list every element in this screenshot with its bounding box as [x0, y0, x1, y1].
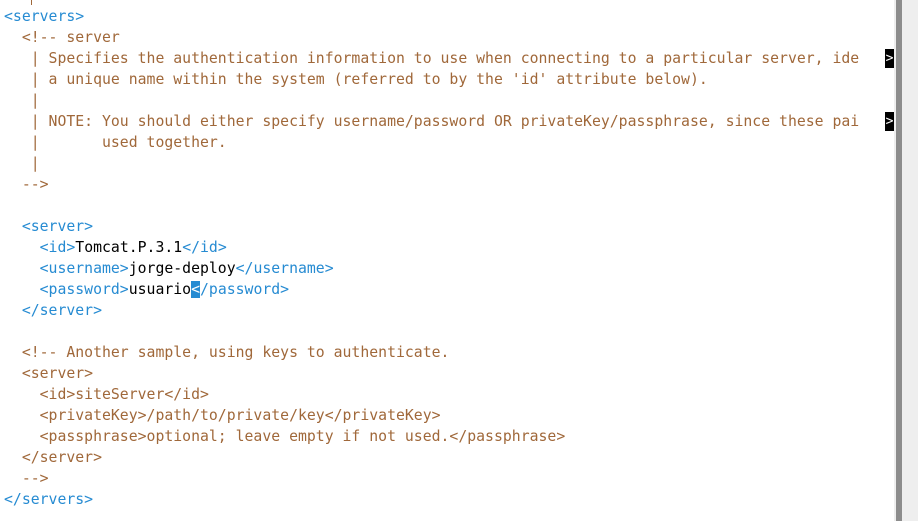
code-token: </servers>	[4, 491, 94, 508]
code-line: | Specifies the authentication informati…	[4, 48, 860, 69]
code-line: <!-- server	[4, 27, 120, 48]
code-line: | used together.	[4, 132, 227, 153]
code-line: <passphrase>optional; leave empty if not…	[4, 426, 566, 447]
line-continuation-icon: >	[885, 49, 894, 68]
code-token: -->	[4, 470, 49, 487]
code-token: |	[4, 155, 40, 172]
code-line: </server>	[4, 300, 102, 321]
code-token: |	[4, 92, 40, 109]
code-token: <privateKey>/path/to/private/key</privat…	[4, 407, 441, 424]
code-token: </id>	[182, 239, 227, 256]
line-continuation-icon: >	[885, 112, 894, 131]
comment-gutter-stub	[31, 0, 32, 5]
code-token: <servers>	[4, 8, 85, 25]
code-line: -->	[4, 468, 49, 489]
text-cursor: <	[191, 281, 200, 298]
code-token: Tomcat.P.3.1	[75, 239, 183, 256]
scrollbar-thumb[interactable]	[896, 0, 902, 521]
code-line: <!-- Another sample, using keys to authe…	[4, 342, 450, 363]
code-token: <id>siteServer</id>	[4, 386, 209, 403]
code-line: </server>	[4, 447, 102, 468]
code-token: | NOTE: You should either specify userna…	[4, 113, 860, 130]
code-token: <server>	[4, 218, 94, 235]
code-line: </servers>	[4, 489, 93, 510]
code-token: <username>	[4, 260, 129, 277]
code-token: jorge-deploy	[128, 260, 236, 277]
code-line: | NOTE: You should either specify userna…	[4, 111, 860, 132]
code-token: /password>	[200, 281, 290, 298]
code-line: <password>usuario</password>	[4, 279, 289, 300]
code-token: <password>	[4, 281, 129, 298]
code-token: </server>	[4, 449, 102, 466]
code-token: usuario	[128, 281, 192, 298]
code-editor[interactable]: <servers> <!-- server | Specifies the au…	[0, 0, 894, 521]
code-token: | used together.	[4, 134, 227, 151]
code-token: <!-- server	[4, 29, 120, 46]
code-token: | a unique name within the system (refer…	[4, 71, 708, 88]
code-line: <server>	[4, 363, 93, 384]
code-line: -->	[4, 174, 49, 195]
code-token: <id>	[4, 239, 76, 256]
code-token: </server>	[4, 302, 102, 319]
code-token: | Specifies the authentication informati…	[4, 50, 860, 67]
code-line: |	[4, 90, 40, 111]
vertical-scrollbar[interactable]	[894, 0, 918, 521]
code-line: <id>Tomcat.P.3.1</id>	[4, 237, 227, 258]
code-token: <server>	[4, 365, 94, 382]
code-line: <username>jorge-deploy</username>	[4, 258, 334, 279]
code-token: -->	[4, 176, 49, 193]
code-token: </username>	[235, 260, 334, 277]
code-line: <id>siteServer</id>	[4, 384, 209, 405]
code-line: | a unique name within the system (refer…	[4, 69, 708, 90]
code-token: <passphrase>optional; leave empty if not…	[4, 428, 566, 445]
code-line: <server>	[4, 216, 93, 237]
code-line: <privateKey>/path/to/private/key</privat…	[4, 405, 441, 426]
code-line: |	[4, 153, 40, 174]
code-line: <servers>	[4, 6, 84, 27]
code-token: <!-- Another sample, using keys to authe…	[4, 344, 450, 361]
